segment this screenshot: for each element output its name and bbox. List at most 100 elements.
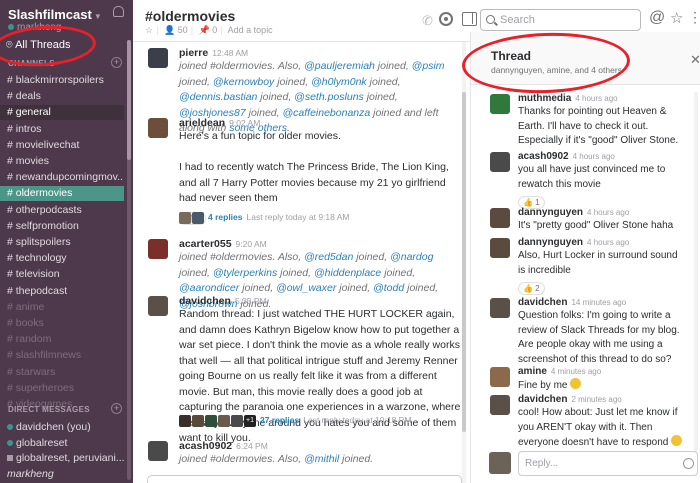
message-time[interactable]: 4 hours ago [587, 208, 629, 217]
sidebar-channel[interactable]: # technology [0, 251, 124, 266]
mention-link[interactable]: @h0lym0nk [311, 76, 367, 88]
message-time[interactable]: 4 hours ago [587, 238, 629, 247]
mention-link[interactable]: @hiddenplace [314, 267, 381, 279]
mentions-icon[interactable]: @ [649, 9, 665, 27]
sidebar-channel[interactable]: # splitspoilers [0, 235, 124, 250]
message-author[interactable]: arieldean 9:02 AM [179, 117, 260, 129]
sidebar-scrollbar[interactable] [127, 40, 131, 480]
message-time[interactable]: 9:20 AM [236, 239, 267, 249]
message-time[interactable]: 12:48 AM [212, 48, 248, 58]
sidebar-channel[interactable]: # otherpodcasts [0, 203, 124, 218]
avatar[interactable] [148, 48, 168, 68]
message-time[interactable]: 4 hours ago [575, 94, 617, 103]
message-author[interactable]: dannynguyen 4 hours ago [518, 237, 629, 248]
thread-replies-summary[interactable]: 4 replies Last reply today at 9:18 AM [179, 212, 350, 224]
pin-icon[interactable]: 📌 [199, 25, 210, 35]
avatar[interactable] [490, 94, 510, 114]
sidebar-dm[interactable]: markheng [0, 467, 124, 482]
reply-count[interactable]: 4 replies [208, 212, 243, 222]
message-time[interactable]: 14 minutes ago [571, 298, 626, 307]
reply-count[interactable]: 27 replies [260, 415, 299, 425]
sidebar-channel[interactable]: # oldermovies [0, 186, 124, 202]
message-author[interactable]: pierre 12:48 AM [179, 47, 248, 59]
sidebar-channel[interactable]: # general [0, 105, 124, 121]
sidebar-channel[interactable]: # thepodcast [0, 284, 124, 299]
avatar[interactable] [148, 296, 168, 316]
direct-messages-header[interactable]: DIRECT MESSAGES [8, 405, 90, 414]
workspace-name[interactable]: Slashfilmcast ▼ [8, 7, 102, 22]
mention-link[interactable]: @psim [412, 60, 445, 72]
sidebar-channel[interactable]: # deals [0, 89, 124, 104]
search-input[interactable]: Search [480, 9, 641, 31]
sidebar-channel[interactable]: # movies [0, 154, 124, 169]
channels-header[interactable]: CHANNELS [8, 59, 55, 68]
message-time[interactable]: 4 hours ago [573, 152, 615, 161]
sidebar-channel[interactable]: # superheroes [0, 381, 124, 396]
message-author[interactable]: davidchen 5:35 PM [179, 295, 267, 307]
mention-link[interactable]: @aarondicer [179, 282, 239, 294]
mention-link[interactable]: @owl_waxer [276, 282, 336, 294]
mention-link[interactable]: @caffeinebonanza [282, 107, 370, 119]
sidebar-channel[interactable]: # random [0, 332, 124, 347]
mention-link[interactable]: @pauljeremiah [304, 60, 375, 72]
sidebar-channel[interactable]: # selfpromotion [0, 219, 124, 234]
reply-input[interactable]: Reply... [518, 451, 698, 476]
message-author[interactable]: acash0902 4 hours ago [518, 151, 615, 162]
phone-icon[interactable]: ✆ [422, 13, 433, 29]
mention-link[interactable]: @tylerperkins [213, 267, 277, 279]
message-author[interactable]: acarter055 9:20 AM [179, 238, 267, 250]
message-author[interactable]: muthmedia 4 hours ago [518, 93, 618, 104]
sidebar-channel[interactable]: # television [0, 267, 124, 282]
avatar[interactable] [490, 238, 510, 258]
avatar[interactable] [490, 367, 510, 387]
member-count[interactable]: 50 [178, 25, 188, 35]
thread-replies-summary[interactable]: +1 27 replies Last reply today at 10:18 PM [179, 415, 411, 427]
add-topic-link[interactable]: Add a topic [228, 25, 273, 35]
sidebar-channel[interactable]: # anime [0, 300, 124, 315]
star-icon[interactable]: ☆ [145, 25, 153, 35]
messages-scrollbar[interactable] [462, 42, 466, 483]
close-icon[interactable]: ✕ [690, 52, 700, 68]
mention-link[interactable]: @todd [373, 282, 404, 294]
message-time[interactable]: 5:35 PM [235, 296, 267, 306]
add-dm-icon[interactable]: + [111, 403, 122, 414]
message-time[interactable]: 6:24 PM [236, 441, 268, 451]
members-icon[interactable]: 👤 [164, 25, 175, 35]
message-composer[interactable] [147, 475, 462, 483]
sidebar-channel[interactable]: # movielivechat [0, 138, 124, 153]
avatar[interactable] [490, 395, 510, 415]
thread-scrollbar[interactable] [694, 92, 698, 452]
mention-link[interactable]: @red5dan [304, 251, 353, 263]
mention-link[interactable]: @dennis.bastian [179, 91, 257, 103]
message-time[interactable]: 2 minutes ago [571, 395, 621, 404]
gear-icon[interactable] [439, 12, 453, 26]
sidebar-dm[interactable]: davidchen (you) [0, 420, 124, 435]
sidebar-channel[interactable]: # books [0, 316, 124, 331]
message-time[interactable]: 4 minutes ago [551, 367, 601, 376]
all-threads-link[interactable]: ⌾ All Threads [6, 39, 71, 52]
starred-items-icon[interactable]: ☆ [670, 9, 683, 27]
mention-link[interactable]: @nardog [390, 251, 433, 263]
message-author[interactable]: dannynguyen 4 hours ago [518, 207, 629, 218]
avatar[interactable] [490, 208, 510, 228]
avatar[interactable] [490, 152, 510, 172]
message-author[interactable]: davidchen 2 minutes ago [518, 394, 622, 405]
bell-icon[interactable] [113, 6, 124, 17]
emoji-icon[interactable] [683, 458, 694, 469]
avatar[interactable] [148, 118, 168, 138]
sidebar-channel[interactable]: # intros [0, 122, 124, 137]
message-author[interactable]: amine 4 minutes ago [518, 366, 601, 377]
mention-link[interactable]: @kernowboy [213, 76, 274, 88]
sidebar-channel[interactable]: # blackmirrorspoilers [0, 73, 124, 88]
avatar[interactable] [148, 239, 168, 259]
add-channel-icon[interactable]: + [111, 57, 122, 68]
sidebar-channel[interactable]: # starwars [0, 365, 124, 380]
message-author[interactable]: acash0902 6:24 PM [179, 440, 268, 452]
mention-link[interactable]: @seth.posluns [294, 91, 364, 103]
more-icon[interactable]: ⋮ [688, 9, 700, 26]
sidebar-channel[interactable]: # newandupcomingmov... [0, 170, 124, 185]
sidebar-dm[interactable]: globalreset, peruviani... [0, 451, 124, 466]
message-time[interactable]: 9:02 AM [229, 118, 260, 128]
message-author[interactable]: davidchen 14 minutes ago [518, 297, 626, 308]
avatar[interactable] [490, 298, 510, 318]
